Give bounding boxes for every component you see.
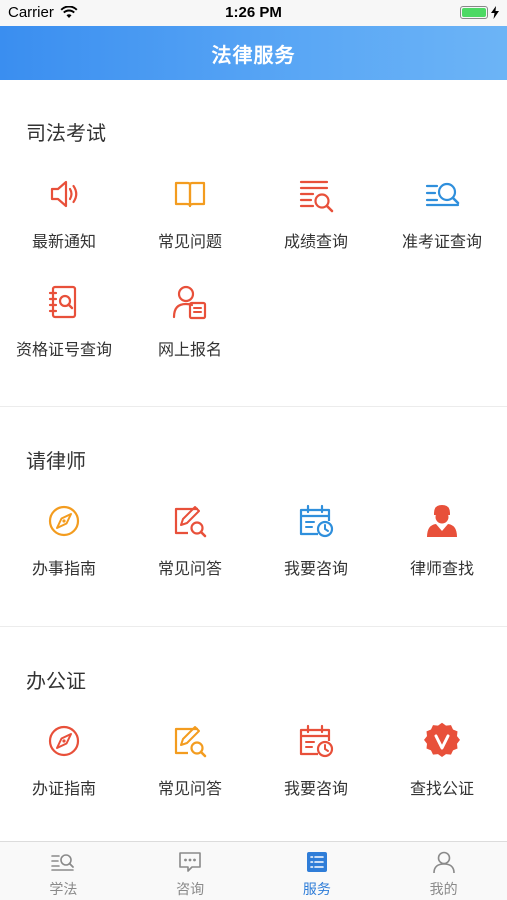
tab-label: 咨询 <box>176 881 205 897</box>
chat-icon <box>179 852 201 872</box>
section-hire-lawyer: 请律师 办事指南 常见问答 我要咨询 律师查找 <box>0 407 507 627</box>
grid-item-label: 我要咨询 <box>283 561 348 578</box>
list-search-icon <box>425 182 460 207</box>
grid-item-label: 常见问答 <box>157 781 222 798</box>
grid-item-score-query[interactable]: 成绩查询 <box>253 174 379 264</box>
edit-search-icon <box>174 506 207 538</box>
grid-item-admission-query[interactable]: 准考证查询 <box>379 174 505 264</box>
v-badge-icon <box>424 722 460 757</box>
grid-item-label: 律师查找 <box>409 561 474 578</box>
nav-bar: 法律服务 <box>0 26 507 80</box>
battery-icon <box>460 6 488 19</box>
section-judicial-exam: 司法考试 最新通知 常见问题 成绩查询 准考证查询 资格证号查询 网上报名 <box>0 80 507 407</box>
grid-item-consult[interactable]: 我要咨询 <box>253 721 379 811</box>
page-title: 法律服务 <box>211 44 296 67</box>
grid-item-find-notary[interactable]: 查找公证 <box>379 721 505 811</box>
grid-item-latest-notice[interactable]: 最新通知 <box>1 174 127 264</box>
lawyer-icon <box>427 505 457 537</box>
grid-item-qa[interactable]: 常见问答 <box>127 501 253 591</box>
grid-item-label: 我要咨询 <box>283 781 348 798</box>
battery-indicator <box>460 6 499 19</box>
status-time: 1:26 PM <box>225 4 282 21</box>
section-title: 办公证 <box>26 671 86 693</box>
grid-item-label: 成绩查询 <box>283 234 348 251</box>
speaker-icon <box>50 180 78 208</box>
grid-item-label: 资格证号查询 <box>15 342 112 359</box>
tab-learn-law[interactable]: 学法 <box>0 842 127 900</box>
section-notarization: 办公证 办证指南 常见问答 我要咨询 查找公证 <box>0 627 507 841</box>
grid-item-label: 办证指南 <box>31 781 96 798</box>
book-icon <box>174 181 206 208</box>
grid-item-label: 常见问题 <box>157 234 222 251</box>
grid-item-consult[interactable]: 我要咨询 <box>253 501 379 591</box>
grid-item-qa[interactable]: 常见问答 <box>127 721 253 811</box>
grid-item-label: 常见问答 <box>157 561 222 578</box>
grid-item-label: 网上报名 <box>157 342 222 359</box>
tab-bar: 学法 咨询 服务 我的 <box>0 841 507 900</box>
grid-item-online-registration[interactable]: 网上报名 <box>127 282 253 372</box>
services-content: 司法考试 最新通知 常见问题 成绩查询 准考证查询 资格证号查询 网上报名 请律… <box>0 80 507 841</box>
edit-search-icon <box>174 726 207 758</box>
tab-services[interactable]: 服务 <box>254 842 381 900</box>
grid-item-faq[interactable]: 常见问题 <box>127 174 253 264</box>
list-search-icon <box>299 180 334 213</box>
grid-item-certificate-query[interactable]: 资格证号查询 <box>1 282 127 372</box>
tab-label: 学法 <box>49 881 78 897</box>
calendar-clock-icon <box>299 724 334 758</box>
grid-item-label: 准考证查询 <box>401 234 482 251</box>
grid-item-label: 办事指南 <box>31 561 96 578</box>
person-form-icon <box>172 285 207 320</box>
calendar-clock-icon <box>299 504 334 538</box>
grid-item-certification-guide[interactable]: 办证指南 <box>1 721 127 811</box>
grid-item-label: 最新通知 <box>31 234 96 251</box>
person-icon <box>432 851 455 874</box>
list-icon <box>306 852 327 872</box>
compass-icon <box>48 725 80 757</box>
status-bar: Carrier 1:26 PM <box>0 0 507 26</box>
tab-profile[interactable]: 我的 <box>380 842 507 900</box>
tab-label: 我的 <box>429 881 458 897</box>
tab-consult[interactable]: 咨询 <box>127 842 254 900</box>
section-title: 司法考试 <box>26 123 106 145</box>
certificate-search-icon <box>48 285 77 319</box>
compass-icon <box>48 505 80 537</box>
grid-item-guide[interactable]: 办事指南 <box>1 501 127 591</box>
section-title: 请律师 <box>26 451 86 473</box>
tab-label: 服务 <box>302 881 331 897</box>
grid-item-label: 查找公证 <box>409 781 474 798</box>
grid-item-find-lawyer[interactable]: 律师查找 <box>379 501 505 591</box>
charging-bolt-icon <box>491 6 499 19</box>
list-search-icon <box>51 854 75 871</box>
